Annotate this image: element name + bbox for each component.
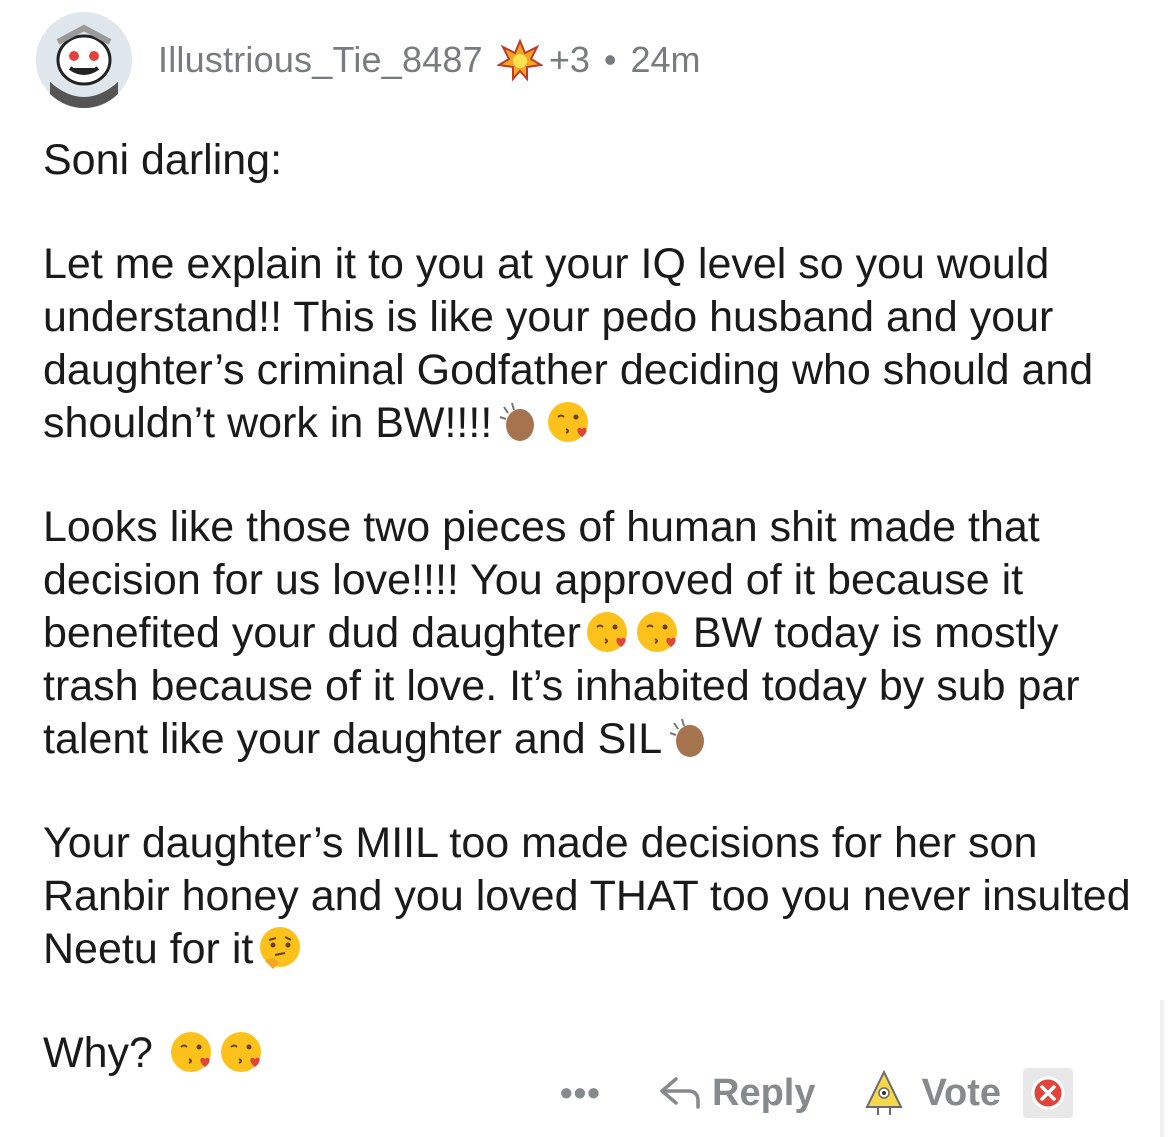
kiss-face-icon (636, 612, 677, 652)
comment-actions: ••• Reply Vote (560, 1062, 1074, 1124)
thinking-face-icon (260, 927, 301, 969)
snoo-avatar-icon[interactable] (36, 12, 132, 108)
kiss-face-icon (170, 1032, 211, 1072)
downvote-button[interactable] (1023, 1068, 1074, 1118)
paragraph-text: Soni darling: (43, 136, 283, 184)
username[interactable]: Illustrious_Tie_8487 (158, 39, 483, 81)
vote-label: Vote (921, 1071, 1002, 1114)
clapping-hands-icon (669, 718, 705, 757)
paragraph-greeting: Soni darling: (43, 134, 1133, 187)
comment-age: 24m (630, 39, 701, 80)
paragraph-decision: Looks like those two pieces of human shi… (43, 501, 1133, 766)
downvote-icon (1031, 1076, 1065, 1110)
award-count: +3 (548, 39, 590, 80)
reply-label: Reply (712, 1071, 816, 1114)
more-options-button[interactable]: ••• (560, 1072, 612, 1114)
upvote-award-icon[interactable] (863, 1069, 905, 1117)
paragraph-text: Your daughter’s MIIL too made decisions … (43, 819, 1131, 973)
scrollbar-track[interactable] (1160, 1000, 1164, 1137)
reply-button[interactable]: Reply (658, 1072, 815, 1115)
award-icon[interactable] (495, 37, 544, 83)
clapping-hands-icon (499, 402, 535, 441)
reply-arrow-icon (660, 1077, 700, 1109)
kiss-face-icon (548, 402, 589, 442)
comment-body: Soni darling: Let me explain it to you a… (43, 134, 1133, 1131)
vote-control[interactable]: Vote (863, 1068, 1074, 1118)
paragraph-explain: Let me explain it to you at your IQ leve… (43, 238, 1133, 450)
meta-separator: • (603, 39, 617, 80)
kiss-face-icon (220, 1032, 261, 1072)
paragraph-miil: Your daughter’s MIIL too made decisions … (43, 817, 1133, 976)
kiss-face-icon (586, 612, 627, 652)
paragraph-text: Why? (43, 1029, 165, 1077)
comment-header: Illustrious_Tie_8487 +3 • 24m (36, 10, 701, 110)
